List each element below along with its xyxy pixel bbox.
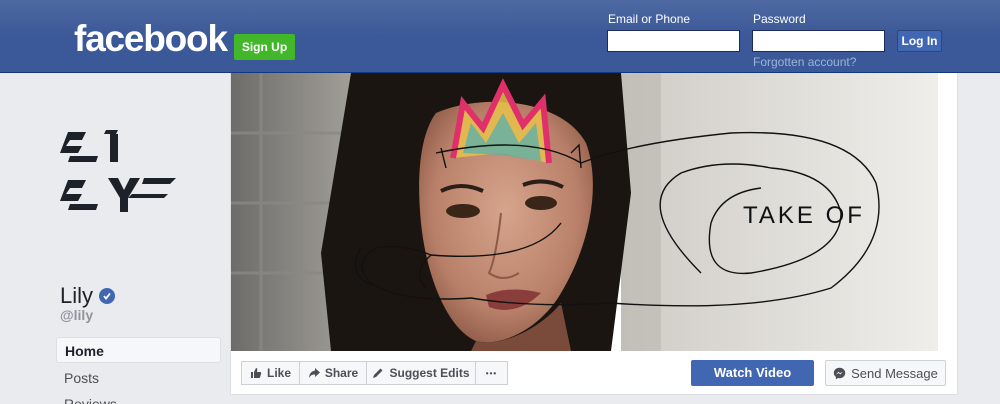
watch-video-button[interactable]: Watch Video	[691, 360, 814, 386]
send-message-label: Send Message	[851, 365, 938, 381]
nav-item-home[interactable]: Home	[56, 337, 221, 363]
like-button[interactable]: Like	[241, 361, 300, 385]
email-label: Email or Phone	[608, 12, 691, 26]
forgotten-account-link[interactable]: Forgotten account?	[753, 55, 856, 69]
verified-badge-icon	[99, 288, 116, 304]
thumbs-up-icon	[250, 367, 262, 379]
share-button[interactable]: Share	[299, 361, 367, 385]
more-dots-icon: •••	[485, 368, 498, 378]
password-label: Password	[753, 12, 806, 26]
suggest-edits-button[interactable]: Suggest Edits	[366, 361, 476, 385]
cover-overlay-text: TAKE OF	[743, 202, 865, 229]
page-name: Lily	[60, 283, 116, 309]
signup-button[interactable]: Sign Up	[234, 34, 295, 60]
cover-photo[interactable]: TAKE OF	[231, 73, 938, 351]
profile-picture-logo[interactable]	[58, 120, 178, 220]
nav-item-reviews[interactable]: Reviews	[56, 391, 221, 404]
page-name-text: Lily	[60, 283, 94, 308]
suggest-edits-label: Suggest Edits	[389, 366, 470, 380]
pencil-icon	[372, 367, 384, 379]
password-input[interactable]	[752, 30, 885, 52]
send-message-button[interactable]: Send Message	[825, 360, 946, 386]
email-input[interactable]	[607, 30, 740, 52]
more-options-button[interactable]: •••	[475, 361, 508, 385]
share-arrow-icon	[308, 367, 320, 379]
nav-item-posts[interactable]: Posts	[56, 365, 221, 391]
top-bar: facebook Sign Up Email or Phone Password…	[0, 0, 1000, 73]
like-label: Like	[266, 366, 291, 380]
messenger-icon	[833, 367, 846, 380]
page-handle: @lily	[60, 307, 94, 323]
share-label: Share	[324, 366, 359, 380]
facebook-logo[interactable]: facebook	[74, 18, 228, 60]
login-button[interactable]: Log In	[897, 30, 942, 52]
